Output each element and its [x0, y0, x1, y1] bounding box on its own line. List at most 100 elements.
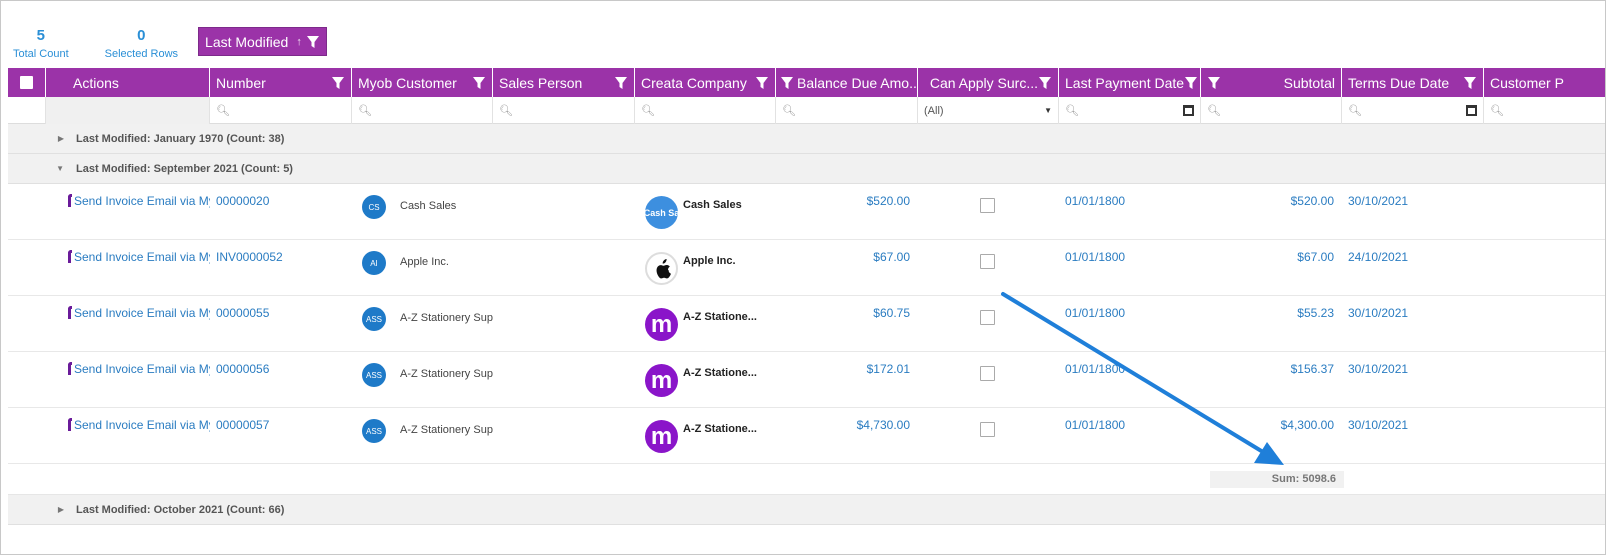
- column-label-last-payment: Last Payment Date: [1065, 74, 1185, 91]
- column-header-creata-company[interactable]: Creata Company: [635, 68, 776, 97]
- row-can-apply: [918, 352, 1059, 408]
- row-action-link[interactable]: Send Invoice Email via My: [46, 296, 210, 352]
- row-terms-due: 30/10/2021: [1342, 296, 1484, 352]
- filter-input-balance-due[interactable]: 🔍︎: [776, 97, 918, 124]
- filter-icon[interactable]: [614, 76, 628, 90]
- filter-input-number[interactable]: 🔍︎: [210, 97, 352, 124]
- filter-icon[interactable]: [780, 76, 794, 90]
- filter-icon[interactable]: [1184, 76, 1198, 90]
- row-number[interactable]: 00000055: [210, 296, 352, 352]
- row-number[interactable]: 00000057: [210, 408, 352, 464]
- column-header-last-payment[interactable]: Last Payment Date: [1059, 68, 1201, 97]
- row-myob-customer: ASS A-Z Stationery Supp: [352, 408, 493, 464]
- table-row[interactable]: Send Invoice Email via My INV0000052 AI App…: [8, 240, 1605, 296]
- sort-arrow-icon[interactable]: ↑: [296, 36, 302, 48]
- terms-due-value: 30/10/2021: [1348, 306, 1409, 320]
- row-subtotal: $67.00: [1201, 240, 1342, 296]
- data-grid: Actions Number Myob Customer Sales Perso…: [8, 68, 1605, 525]
- row-sales-person: [493, 296, 635, 352]
- avatar-initials: ASS: [365, 370, 382, 380]
- company-name: A-Z Statione...: [683, 311, 757, 323]
- search-icon: 🔍︎: [216, 105, 230, 117]
- calendar-icon[interactable]: [1466, 105, 1477, 116]
- subtotal-value: $55.23: [1297, 306, 1334, 320]
- company-logo-text: Cash Sa: [645, 207, 678, 218]
- row-action-link[interactable]: Send Invoice Email via My: [46, 352, 210, 408]
- filter-select-can-apply[interactable]: (All) ▼: [918, 97, 1059, 124]
- filter-icon[interactable]: [1038, 76, 1052, 90]
- calendar-icon[interactable]: [1183, 105, 1194, 116]
- row-action-link[interactable]: Send Invoice Email via My: [46, 408, 210, 464]
- column-header-actions[interactable]: Actions: [46, 68, 210, 97]
- select-all-checkbox[interactable]: [20, 76, 33, 89]
- customer-name: Cash Sales: [400, 200, 457, 212]
- chevron-down-icon[interactable]: ▼: [1044, 106, 1052, 115]
- filter-input-last-payment[interactable]: 🔍︎: [1059, 97, 1201, 124]
- column-header-subtotal[interactable]: Subtotal: [1201, 68, 1342, 97]
- filter-icon[interactable]: [472, 76, 486, 90]
- row-number-text: 00000020: [216, 194, 270, 208]
- subtotal-value: $520.00: [1290, 194, 1334, 208]
- row-terms-due: 30/10/2021: [1342, 408, 1484, 464]
- row-sales-person: [493, 240, 635, 296]
- table-row[interactable]: Send Invoice Email via My 00000056 ASS A-Z …: [8, 352, 1605, 408]
- filter-icon[interactable]: [331, 76, 345, 90]
- can-apply-checkbox[interactable]: [980, 254, 995, 269]
- group-row-collapsed[interactable]: ▶ Last Modified: October 2021 (Count: 66…: [8, 495, 1605, 525]
- row-number[interactable]: 00000056: [210, 352, 352, 408]
- row-number[interactable]: INV0000052: [210, 240, 352, 296]
- row-creata-company: m A-Z Statione...: [635, 408, 776, 464]
- filter-input-sales-person[interactable]: 🔍︎: [493, 97, 635, 124]
- expand-icon[interactable]: ▶: [8, 505, 76, 514]
- row-action-label: Send Invoice Email via My: [74, 418, 210, 432]
- filter-input-creata-company[interactable]: 🔍︎: [635, 97, 776, 124]
- filter-row: 🔍︎ 🔍︎ 🔍︎ 🔍︎ 🔍︎ (All) ▼ 🔍︎ 🔍︎ 🔍︎ 🔍︎: [8, 97, 1605, 124]
- column-label-can-apply: Can Apply Surc...: [929, 74, 1038, 91]
- filter-icon[interactable]: [1463, 76, 1477, 90]
- column-header-can-apply[interactable]: Can Apply Surc...: [918, 68, 1059, 97]
- filter-input-customer-p[interactable]: 🔍︎: [1484, 97, 1605, 124]
- filter-input-myob-customer[interactable]: 🔍︎: [352, 97, 493, 124]
- group-row-expanded[interactable]: ▼ Last Modified: September 2021 (Count: …: [8, 154, 1605, 184]
- column-header-balance-due[interactable]: Balance Due Amo...: [776, 68, 918, 97]
- group-by-chip[interactable]: Last Modified ↑: [198, 27, 327, 56]
- row-myob-customer: ASS A-Z Stationery Supp: [352, 296, 493, 352]
- subtotal-value: $4,300.00: [1280, 418, 1334, 432]
- filter-input-terms-due[interactable]: 🔍︎: [1342, 97, 1484, 124]
- row-can-apply: [918, 184, 1059, 240]
- terms-due-value: 24/10/2021: [1348, 250, 1409, 264]
- row-can-apply: [918, 296, 1059, 352]
- row-customer-p: [1484, 352, 1605, 408]
- column-header-terms-due[interactable]: Terms Due Date: [1342, 68, 1484, 97]
- column-header-sales-person[interactable]: Sales Person: [493, 68, 635, 97]
- row-myob-customer: AI Apple Inc.: [352, 240, 493, 296]
- table-row[interactable]: Send Invoice Email via My 00000020 CS Cash …: [8, 184, 1605, 240]
- row-balance-due: $172.01: [776, 352, 918, 408]
- row-action-link[interactable]: Send Invoice Email via My: [46, 184, 210, 240]
- filter-cell-actions: [46, 97, 210, 124]
- filter-icon[interactable]: [755, 76, 769, 90]
- can-apply-checkbox[interactable]: [980, 198, 995, 213]
- balance-due-value: $4,730.00: [856, 418, 910, 432]
- column-header-myob-customer[interactable]: Myob Customer: [352, 68, 493, 97]
- filter-icon[interactable]: [306, 35, 320, 49]
- column-header-number[interactable]: Number: [210, 68, 352, 97]
- row-action-link[interactable]: Send Invoice Email via My: [46, 240, 210, 296]
- can-apply-checkbox[interactable]: [980, 366, 995, 381]
- row-balance-due: $67.00: [776, 240, 918, 296]
- column-header-customer-p[interactable]: Customer P: [1484, 68, 1605, 97]
- collapse-icon[interactable]: ▼: [8, 164, 76, 173]
- table-row[interactable]: Send Invoice Email via My 00000057 ASS A-Z …: [8, 408, 1605, 464]
- table-row[interactable]: Send Invoice Email via My 00000055 ASS A-Z …: [8, 296, 1605, 352]
- group-row-collapsed[interactable]: ▶ Last Modified: January 1970 (Count: 38…: [8, 124, 1605, 154]
- row-subtotal: $520.00: [1201, 184, 1342, 240]
- column-label-sales-person: Sales Person: [499, 74, 583, 91]
- expand-icon[interactable]: ▶: [8, 134, 76, 143]
- can-apply-checkbox[interactable]: [980, 310, 995, 325]
- company-logo-text: m: [650, 422, 673, 450]
- can-apply-checkbox[interactable]: [980, 422, 995, 437]
- company-logo-text: m: [650, 366, 673, 394]
- filter-input-subtotal[interactable]: 🔍︎: [1201, 97, 1342, 124]
- row-number[interactable]: 00000020: [210, 184, 352, 240]
- filter-icon[interactable]: [1207, 76, 1221, 90]
